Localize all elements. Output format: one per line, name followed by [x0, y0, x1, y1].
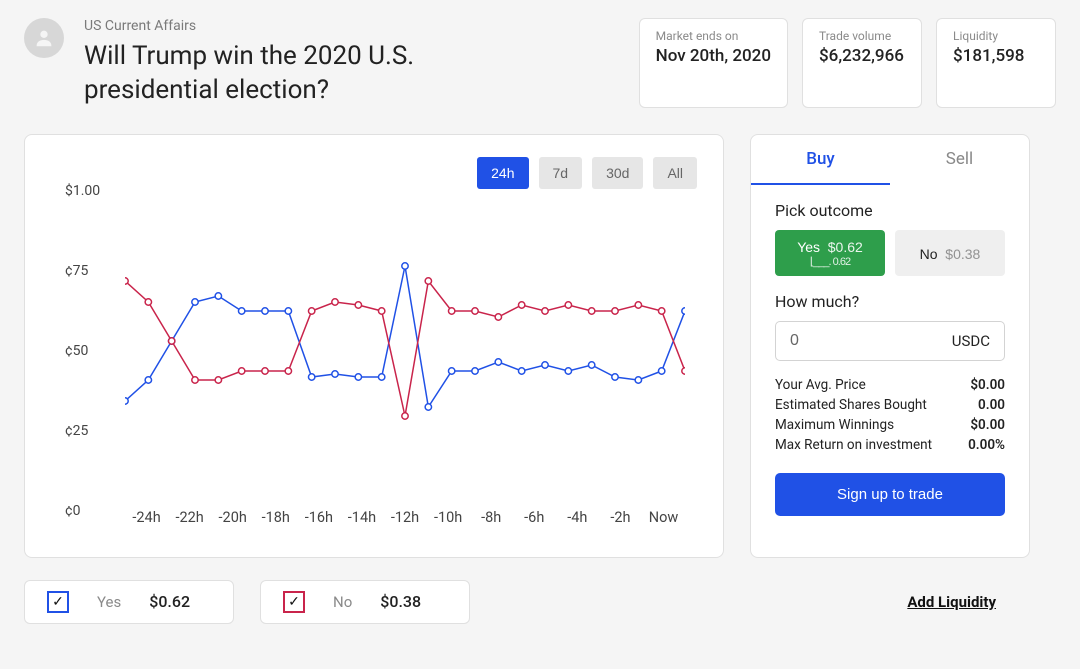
stat-liquidity: Liquidity $181,598	[936, 18, 1056, 108]
y-tick: ¢25	[65, 423, 88, 439]
outcome-no-button[interactable]: No $0.38	[895, 230, 1005, 276]
signup-to-trade-button[interactable]: Sign up to trade	[775, 473, 1005, 516]
row-max-winnings-label: Maximum Winnings	[775, 417, 894, 433]
amount-input[interactable]	[790, 332, 910, 350]
stat-market-ends: Market ends on Nov 20th, 2020	[639, 18, 788, 108]
period-30d[interactable]: 30d	[592, 157, 643, 189]
chart-svg	[125, 191, 685, 491]
row-avg-price-label: Your Avg. Price	[775, 377, 866, 393]
period-all[interactable]: All	[653, 157, 697, 189]
how-much-label: How much?	[775, 292, 1005, 311]
add-liquidity-link[interactable]: Add Liquidity	[907, 593, 996, 611]
period-7d[interactable]: 7d	[539, 157, 583, 189]
y-tick: $1.00	[65, 183, 100, 199]
row-max-roi-value: 0.00%	[968, 437, 1005, 453]
row-est-shares-value: 0.00	[978, 397, 1005, 413]
currency-label: USDC	[952, 332, 990, 350]
checkbox-yes[interactable]: ✓	[47, 591, 69, 613]
tab-buy[interactable]: Buy	[751, 135, 890, 185]
legend-no[interactable]: ✓ No $0.38	[260, 580, 470, 624]
row-est-shares-label: Estimated Shares Bought	[775, 397, 927, 413]
stat-trade-volume: Trade volume $6,232,966	[802, 18, 922, 108]
outcome-yes-button[interactable]: Yes $0.62 ⌊___. 0.62	[775, 230, 885, 276]
y-tick: ¢75	[65, 263, 88, 279]
row-max-winnings-value: $0.00	[970, 417, 1005, 433]
x-axis-labels: -24h-22h-20h-18h-16h-14h-12h-10h-8h-6h-4…	[125, 509, 685, 526]
trade-panel: Buy Sell Pick outcome Yes $0.62 ⌊___. 0.…	[750, 134, 1030, 558]
pick-outcome-label: Pick outcome	[775, 201, 1005, 220]
market-category: US Current Affairs	[84, 18, 619, 34]
tab-sell[interactable]: Sell	[890, 135, 1029, 185]
period-picker: 24h 7d 30d All	[477, 157, 697, 189]
market-avatar	[24, 18, 64, 58]
row-avg-price-value: $0.00	[970, 377, 1005, 393]
period-24h[interactable]: 24h	[477, 157, 528, 189]
checkbox-no[interactable]: ✓	[283, 591, 305, 613]
y-tick: ¢0	[65, 503, 81, 519]
row-max-roi-label: Max Return on investment	[775, 437, 932, 453]
y-tick: ¢50	[65, 343, 88, 359]
legend-yes[interactable]: ✓ Yes $0.62	[24, 580, 234, 624]
market-stats: Market ends on Nov 20th, 2020 Trade volu…	[639, 18, 1056, 108]
price-chart-panel: 24h 7d 30d All $1.00 ¢75 ¢50 ¢25 ¢0 -24h…	[24, 134, 724, 558]
market-title: Will Trump win the 2020 U.S. presidentia…	[84, 40, 544, 108]
